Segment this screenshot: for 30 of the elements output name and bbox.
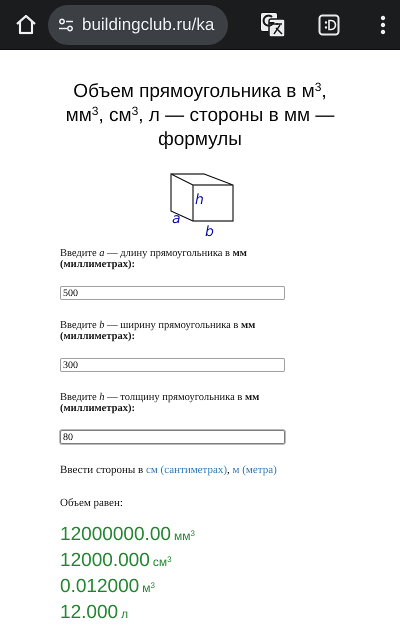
input-field[interactable]: 500 [60, 286, 285, 300]
menu-icon[interactable] [380, 15, 386, 35]
tab-switcher-icon[interactable] [318, 14, 340, 36]
field-label: Введите h — толщину прямоугольника в мм (миллиметрах): [60, 392, 260, 414]
tune-icon [58, 18, 74, 32]
input-field[interactable]: 300 [60, 358, 285, 372]
field-label: Введите b — ширину прямоугольника в мм (миллиметрах): [60, 320, 256, 342]
input-field[interactable]: 80 [60, 430, 285, 444]
unit-link[interactable]: м (метра) [232, 464, 277, 476]
length-label: a [172, 211, 181, 227]
translate-icon[interactable] [260, 12, 286, 38]
result-unit: л [121, 606, 128, 623]
result-unit: м$^{3}$ [142, 580, 155, 597]
result-value: 0.012000 [60, 575, 140, 599]
unit-link[interactable]: см (сантиметрах) [146, 464, 228, 476]
url-text: buildingclub.ru/ka [82, 14, 214, 36]
units-sentence: Ввести стороны в см (сантиметрах), м (метра) [60, 463, 278, 478]
page-title: Объем прямоугольника в м$^{3}$, мм$^{3}$, см$^{3}$, л — стороны в мм — формулы [64, 80, 336, 152]
result-unit: мм$^{3}$ [174, 528, 195, 545]
box-drawing [170, 173, 234, 222]
result-unit: см$^{3}$ [152, 554, 172, 571]
result-label: Объем равен: [60, 496, 124, 510]
home-icon[interactable] [14, 13, 38, 37]
width-label: b [205, 224, 214, 238]
address-bar[interactable]: buildingclub.ru/ka [48, 5, 228, 45]
result-value: 12.000 [60, 601, 118, 625]
height-label: h [195, 192, 204, 208]
result-value: 12000000.00 [60, 523, 171, 547]
field-label: Введите a — длину прямоугольника в мм (миллиметрах): [60, 248, 248, 270]
result-value: 12000.000 [60, 549, 150, 573]
